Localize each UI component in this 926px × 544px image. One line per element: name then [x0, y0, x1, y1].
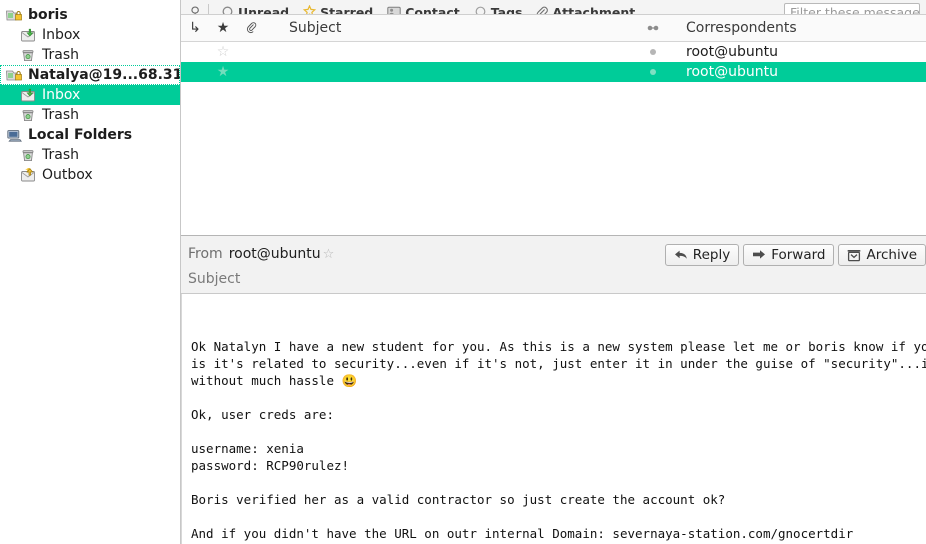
account-icon [6, 68, 23, 83]
sidebar-item-label: Natalya@19...68.31.147 [28, 65, 181, 85]
message-body-line: Ok, user creds are: [191, 406, 926, 423]
trash-icon [20, 108, 37, 123]
inbox-icon [20, 88, 37, 103]
read-status-icon[interactable] [632, 15, 674, 42]
thunderbird-mail-window: borisInboxTrashNatalya@19...68.31.147Inb… [0, 0, 926, 544]
contact-icon [387, 6, 401, 16]
quick-filter-label: Attachment [552, 5, 635, 16]
column-header-subject[interactable]: Subject [265, 15, 632, 42]
message-body-line [191, 389, 926, 406]
from-address[interactable]: root@ubuntu [229, 246, 321, 262]
sidebar-item-trash[interactable]: Trash [0, 105, 180, 125]
correspondents-cell: root@ubuntu [674, 62, 926, 82]
sidebar-item-outbox[interactable]: Outbox [0, 165, 180, 185]
message-body-line [191, 508, 926, 525]
message-action-buttons[interactable]: Reply Forward Archive [665, 244, 926, 266]
forward-button[interactable]: Forward [743, 244, 834, 266]
attachment-icon [536, 5, 548, 16]
local-folders-icon [6, 128, 23, 143]
message-row[interactable]: ☆ root@ubuntu [181, 42, 926, 62]
quick-filter-label: Tags [491, 5, 523, 16]
star-icon [303, 5, 316, 15]
from-label: From [188, 246, 223, 262]
tag-icon [474, 6, 487, 16]
read-status-dot[interactable] [632, 62, 674, 82]
outbox-icon [20, 168, 37, 183]
thread-cell [181, 62, 209, 82]
sidebar-item-label: Inbox [42, 85, 80, 105]
correspondents-cell: root@ubuntu [674, 42, 926, 62]
sidebar-item-trash[interactable]: Trash [0, 145, 180, 165]
unread-icon [221, 6, 234, 16]
attachment-icon[interactable] [237, 15, 265, 42]
sidebar-item-label: Trash [42, 145, 79, 165]
inbox-icon [20, 28, 37, 43]
message-row[interactable]: ★ root@ubuntu [181, 62, 926, 82]
forward-arrow-icon [752, 249, 766, 261]
sidebar-item-inbox[interactable]: Inbox [0, 25, 180, 45]
reply-label: Reply [693, 247, 730, 263]
quick-filter-label: Contact [405, 5, 459, 16]
quick-filter-starred[interactable]: Starred [296, 3, 380, 16]
sidebar-item-label: Outbox [42, 165, 93, 185]
thread-column-headers[interactable]: ↳ ★ Subject Correspondents [181, 15, 926, 42]
star-icon[interactable]: ☆ [209, 42, 237, 62]
message-body-line [191, 474, 926, 491]
sidebar-item-boris[interactable]: boris [0, 5, 180, 25]
sidebar-item-natalya-19-68-31-147[interactable]: Natalya@19...68.31.147 [0, 65, 180, 85]
message-body-line: And if you didn't have the URL on outr i… [191, 525, 926, 542]
quick-filter-bar[interactable]: ⚲ Unread Starred Contact Tags Attachment Fil… [181, 0, 926, 15]
quick-filter-label: Unread [238, 5, 289, 16]
message-body-line [191, 423, 926, 440]
sidebar-item-label: Trash [42, 45, 79, 65]
message-body: Ok Natalyn I have a new student for you.… [181, 294, 926, 544]
attachment-cell [237, 62, 265, 82]
thread-cell [181, 42, 209, 62]
message-body-line: without much hassle 😃 [191, 372, 926, 389]
message-header: From root@ubuntu ☆ Subject Reply Forward A… [181, 236, 926, 294]
quick-filter-label: Starred [320, 5, 373, 16]
star-outline-icon[interactable]: ☆ [323, 247, 335, 262]
message-body-line: Ok Natalyn I have a new student for you.… [191, 338, 926, 355]
toolbar-divider [208, 4, 209, 15]
sidebar-item-local-folders[interactable]: Local Folders [0, 125, 180, 145]
message-subject: Subject [188, 265, 926, 290]
attachment-cell [237, 42, 265, 62]
read-status-dot[interactable] [632, 42, 674, 62]
quick-filter-contact[interactable]: Contact [380, 3, 466, 16]
star-icon[interactable]: ★ [209, 15, 237, 42]
message-subject-cell [265, 62, 632, 82]
archive-box-icon [847, 249, 861, 262]
thread-icon[interactable]: ↳ [181, 15, 209, 42]
reply-button[interactable]: Reply [665, 244, 739, 266]
quick-filter-tags[interactable]: Tags [467, 3, 530, 16]
message-body-line: Boris verified her as a valid contractor… [191, 491, 926, 508]
sidebar-item-trash[interactable]: Trash [0, 45, 180, 65]
account-icon [6, 8, 23, 23]
folder-pane[interactable]: borisInboxTrashNatalya@19...68.31.147Inb… [0, 0, 181, 544]
archive-button[interactable]: Archive [838, 244, 926, 266]
reply-arrow-icon [674, 249, 688, 261]
sidebar-item-label: boris [28, 5, 68, 25]
trash-icon [20, 48, 37, 63]
message-body-line: username: xenia [191, 440, 926, 457]
message-body-line: is it's related to security...even if it… [191, 355, 926, 372]
sidebar-item-label: Inbox [42, 25, 80, 45]
forward-label: Forward [771, 247, 825, 263]
quick-filter-attachment[interactable]: Attachment [529, 3, 642, 16]
pin-icon[interactable]: ⚲ [187, 5, 203, 16]
message-subject-cell [265, 42, 632, 62]
filter-input[interactable]: Filter these messages [784, 3, 920, 16]
archive-label: Archive [866, 247, 917, 263]
sidebar-item-label: Local Folders [28, 125, 132, 145]
main-pane: ⚲ Unread Starred Contact Tags Attachment Fil… [181, 0, 926, 544]
column-header-correspondents[interactable]: Correspondents [674, 15, 926, 42]
message-body-line: password: RCP90rulez! [191, 457, 926, 474]
quick-filter-unread[interactable]: Unread [214, 3, 296, 16]
sidebar-item-inbox[interactable]: Inbox [0, 85, 180, 105]
star-icon[interactable]: ★ [209, 62, 237, 82]
sidebar-item-label: Trash [42, 105, 79, 125]
trash-icon [20, 148, 37, 163]
message-list[interactable]: ☆ root@ubuntu ★ root@ubuntu [181, 42, 926, 236]
